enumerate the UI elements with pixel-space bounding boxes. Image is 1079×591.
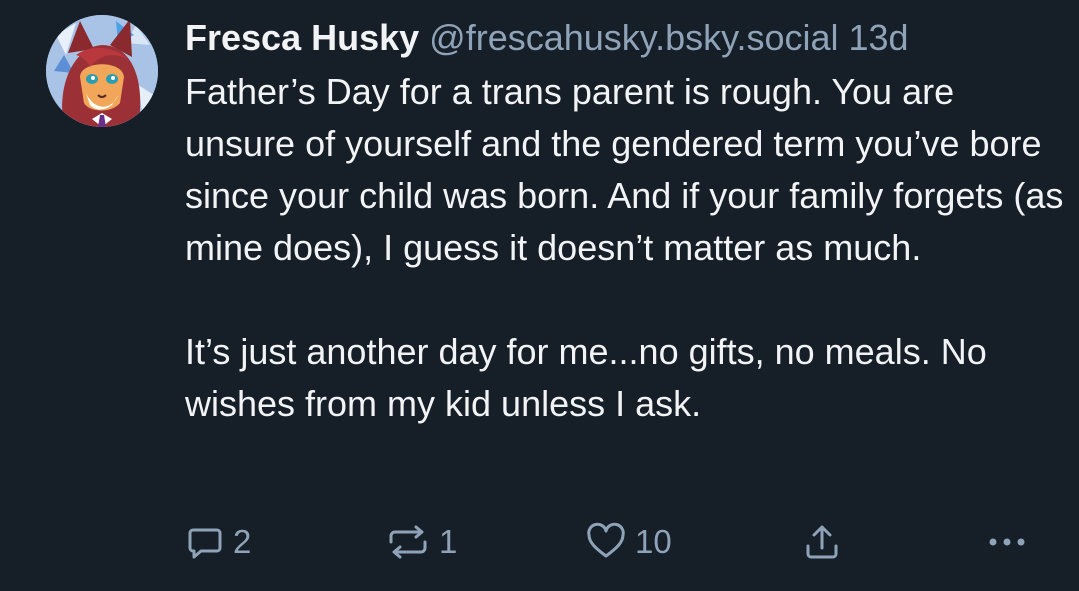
ellipsis-icon: [989, 538, 1025, 546]
repost-button[interactable]: 1: [385, 518, 457, 566]
share-button[interactable]: [802, 518, 842, 566]
reply-button[interactable]: 2: [185, 518, 251, 566]
repost-count: 1: [439, 523, 458, 560]
like-count: 10: [635, 523, 672, 560]
post-content: Fresca Husky @frescahusky.bsky.social 13…: [185, 14, 1065, 430]
repost-arrows-icon: [389, 525, 427, 559]
like-button[interactable]: 10: [585, 518, 672, 566]
avatar[interactable]: [46, 15, 158, 127]
share-upload-icon: [806, 525, 838, 559]
post-action-bar: 2 1 10: [185, 518, 1035, 566]
speech-bubble-icon: [188, 528, 222, 559]
post-timestamp[interactable]: 13d: [849, 17, 909, 58]
reply-count: 2: [233, 523, 252, 560]
author-handle[interactable]: @frescahusky.bsky.social: [429, 17, 838, 58]
heart-icon: [587, 522, 625, 558]
more-options-button[interactable]: [985, 518, 1029, 566]
post-body: Father’s Day for a trans parent is rough…: [185, 66, 1065, 430]
post-card[interactable]: Fresca Husky @frescahusky.bsky.social 13…: [0, 0, 1079, 591]
author-display-name[interactable]: Fresca Husky: [185, 17, 419, 58]
post-header: Fresca Husky @frescahusky.bsky.social 13…: [185, 14, 1065, 62]
avatar-illustration: [46, 15, 158, 127]
post-paragraph: Father’s Day for a trans parent is rough…: [185, 71, 1064, 268]
post-paragraph: It’s just another day for me...no gifts,…: [185, 331, 987, 424]
